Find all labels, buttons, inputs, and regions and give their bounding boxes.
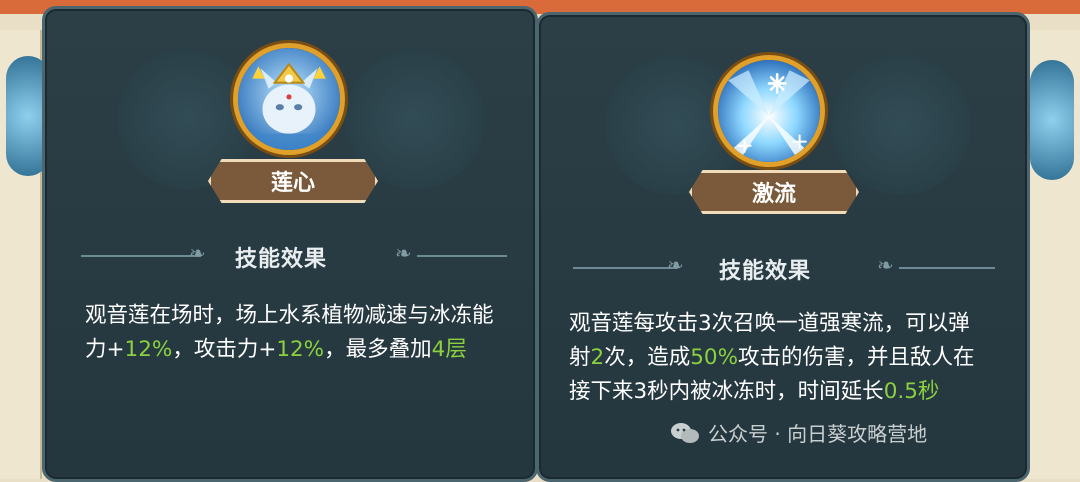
skill-name: 激流 [751, 182, 796, 207]
desc-text: ，最多叠加 [324, 337, 432, 362]
divider-left [573, 267, 677, 269]
desc-text: 次，造成 [604, 345, 691, 370]
desc-value: 0.5秒 [883, 379, 940, 404]
leaf-ornament-icon: ❧ [395, 241, 412, 265]
section-title: 技能效果 [235, 247, 328, 272]
skill-name: 莲心 [270, 171, 315, 196]
desc-value: 50% [690, 345, 739, 370]
ice-torrent-icon[interactable] [713, 55, 825, 167]
skill-card-lotus-heart: 莲心 ❧ 技能效果 ❧ 观音莲在场时，场上水系植物减速与冰冻能力+12%，攻击力… [42, 6, 538, 482]
watermark-text: 公众号 · 向日葵攻略营地 [708, 422, 928, 446]
desc-value: 4层 [431, 337, 467, 362]
section-title: 技能效果 [719, 259, 812, 284]
desc-value: 2 [590, 345, 605, 370]
ghost-skill-slot [831, 55, 971, 195]
skill-name-plate: 莲心 [208, 159, 378, 203]
divider-right [417, 255, 507, 257]
skill-description: 观音莲每攻击3次召唤一道强寒流，可以弹射2次，造成50%攻击的伤害，并且敌人在接… [569, 307, 989, 409]
skill-name-plate: 激流 [689, 170, 859, 214]
skill-card-torrent: 激流 ❧ 技能效果 ❧ 观音莲每攻击3次召唤一道强寒流，可以弹射2次，造成50%… [536, 12, 1030, 482]
wechat-icon [671, 422, 699, 443]
divider-right [899, 267, 995, 269]
background-plant-orb-right [1030, 60, 1074, 180]
leaf-ornament-icon: ❧ [667, 253, 684, 277]
desc-value: 12% [124, 337, 173, 362]
desc-value: 12% [276, 337, 325, 362]
watermark: 公众号 · 向日葵攻略营地 [670, 418, 927, 447]
skill-description: 观音莲在场时，场上水系植物减速与冰冻能力+12%，攻击力+12%，最多叠加4层 [85, 299, 505, 367]
leaf-ornament-icon: ❧ [877, 253, 894, 277]
leaf-ornament-icon: ❧ [189, 241, 206, 265]
lotus-spirit-icon[interactable] [233, 43, 345, 155]
desc-text: ，攻击力+ [172, 337, 277, 362]
divider-left [81, 255, 201, 257]
